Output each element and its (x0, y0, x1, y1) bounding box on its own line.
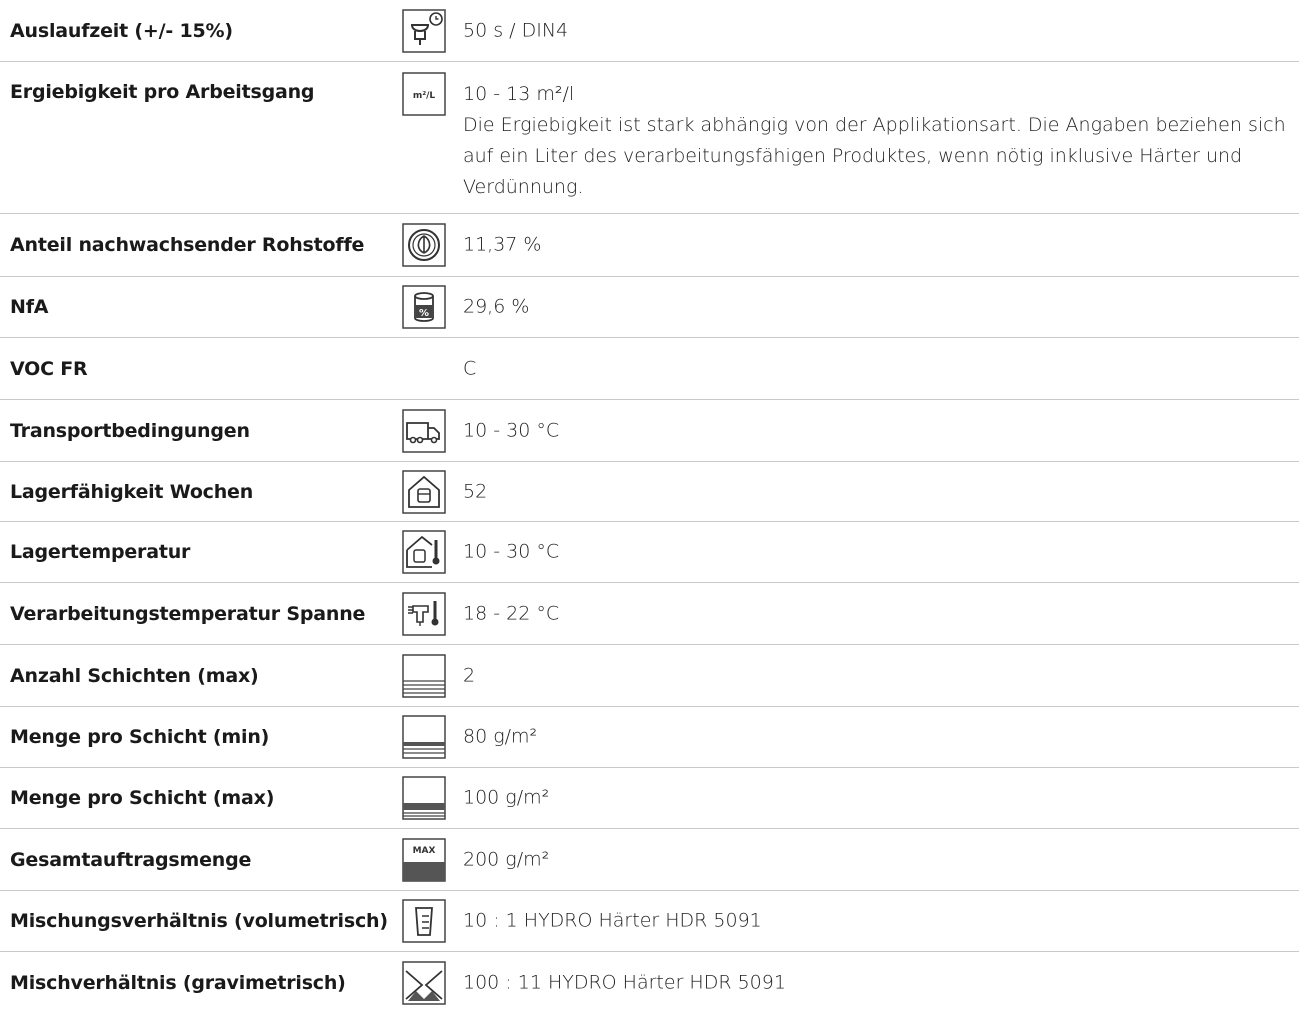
row-label: Menge pro Schicht (min) (10, 726, 270, 748)
row-value: 10 : 1 HYDRO Härter HDR 5091 (463, 909, 762, 932)
row-label: NfA (10, 296, 49, 318)
row-label: Gesamtauftragsmenge (10, 848, 252, 871)
row-label: VOC FR (10, 357, 88, 380)
table-row: VOC FR C (0, 338, 1299, 400)
row-label: Lagerfähigkeit Wochen (10, 480, 254, 503)
icon-text: m²/L (413, 91, 436, 101)
icon-text: MAX (413, 846, 436, 856)
row-value: 11,37 % (463, 233, 542, 256)
table-row: Mischungsverhältnis (volumetrisch) 10 : … (0, 891, 1299, 952)
layer-amount-min-icon (402, 715, 446, 759)
row-value: C (463, 357, 477, 379)
row-note: Die Ergiebigkeit ist stark abhängig von … (463, 114, 1286, 198)
row-label: Menge pro Schicht (max) (10, 787, 275, 809)
renewable-leaf-icon (402, 223, 446, 267)
table-row: Anzahl Schichten (max) 2 (0, 645, 1299, 707)
table-row: Menge pro Schicht (max) 100 g/m² (0, 768, 1299, 829)
table-row: Lagerfähigkeit Wochen 52 (0, 462, 1299, 522)
table-row: Auslaufzeit (+/- 15%) 50 s / DIN4 (0, 0, 1299, 62)
row-value: 200 g/m² (463, 848, 550, 870)
layer-amount-max-icon (402, 776, 446, 820)
total-amount-max-icon: MAX (402, 837, 446, 882)
table-row: Transportbedingungen 10 - 30 °C (0, 400, 1299, 462)
row-label: Anzahl Schichten (max) (10, 664, 259, 687)
table-row: NfA % 29,6 % (0, 277, 1299, 338)
row-value: 29,6 % (463, 295, 530, 318)
scale-weight-icon (402, 961, 446, 1005)
row-label: Transportbedingungen (10, 419, 250, 442)
row-value: 18 - 22 °C (463, 602, 560, 624)
table-row: Verarbeitungstemperatur Spanne 18 - 22 °… (0, 583, 1299, 645)
row-label: Verarbeitungstemperatur Spanne (10, 602, 366, 625)
spray-gun-thermometer-icon (402, 591, 446, 636)
row-label: Mischungsverhältnis (volumetrisch) (10, 910, 388, 932)
svg-text:%: % (419, 308, 429, 319)
row-value: 10 - 30 °C (463, 419, 560, 441)
table-row: Lagertemperatur 10 - 30 °C (0, 522, 1299, 583)
row-value: 10 - 30 °C (463, 540, 560, 563)
properties-table: Auslaufzeit (+/- 15%) 50 s / DIN4 Ergieb… (0, 0, 1299, 1014)
row-label: Lagertemperatur (10, 541, 191, 563)
row-value: 100 g/m² (463, 786, 550, 809)
coverage-m2-per-l-icon: m²/L (402, 72, 446, 116)
row-value: 52 (463, 480, 488, 502)
table-row: Menge pro Schicht (min) 80 g/m² (0, 707, 1299, 768)
row-label: Auslaufzeit (+/- 15%) (10, 19, 233, 42)
measuring-cup-icon (402, 899, 446, 943)
storage-house-icon (402, 469, 446, 514)
table-row: Anteil nachwachsender Rohstoffe 11,37 % (0, 214, 1299, 277)
row-value: 50 s / DIN4 (463, 19, 569, 41)
table-row: Gesamtauftragsmenge MAX 200 g/m² (0, 829, 1299, 891)
row-value: 10 - 13 m²/l (463, 83, 575, 105)
table-row: Ergiebigkeit pro Arbeitsgang m²/L 10 - 1… (0, 62, 1299, 214)
efflux-cup-timer-icon (402, 8, 446, 53)
can-percent-icon: % (402, 285, 446, 329)
row-label: Anteil nachwachsender Rohstoffe (10, 234, 365, 256)
row-value: 100 : 11 HYDRO Härter HDR 5091 (463, 971, 786, 994)
storage-temperature-icon (402, 530, 446, 574)
truck-icon (402, 408, 446, 453)
row-value: 80 g/m² (463, 725, 538, 748)
layers-icon (402, 653, 446, 698)
row-label: Mischverhältnis (gravimetrisch) (10, 972, 346, 994)
row-label: Ergiebigkeit pro Arbeitsgang (10, 81, 315, 103)
row-value: 2 (463, 664, 476, 686)
